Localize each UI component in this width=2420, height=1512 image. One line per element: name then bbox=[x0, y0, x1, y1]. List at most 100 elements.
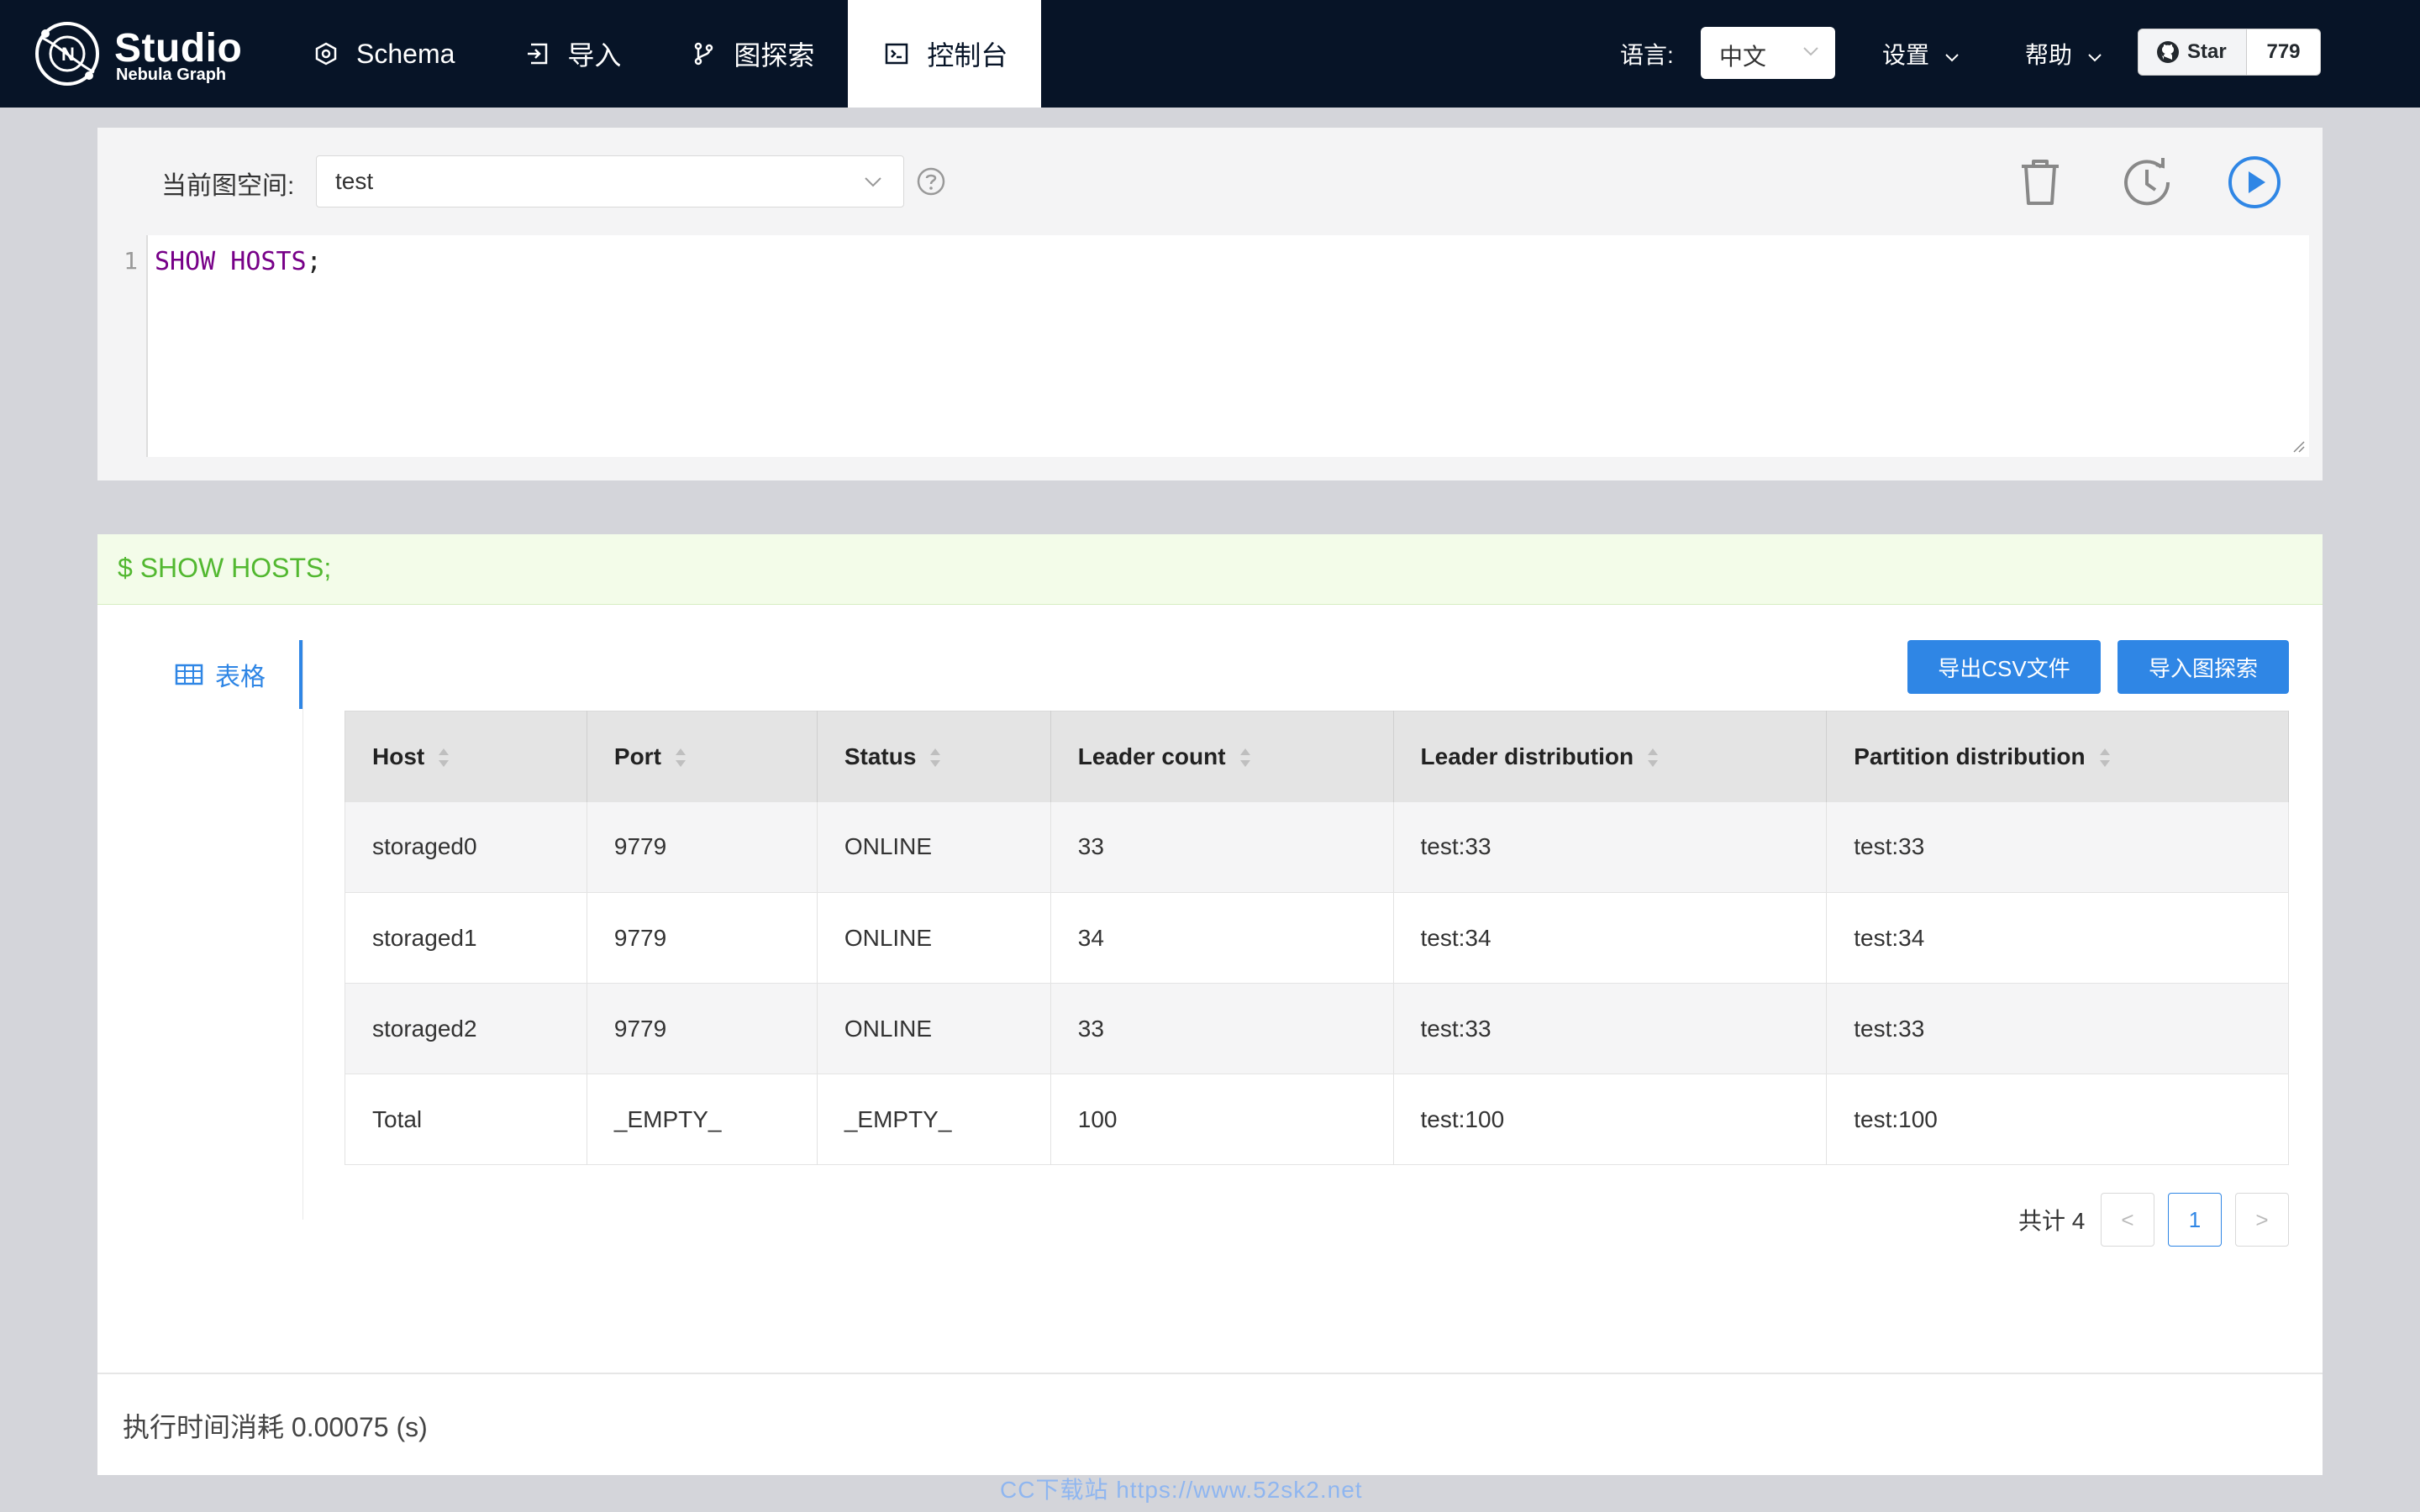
history-icon[interactable] bbox=[2119, 155, 2175, 210]
column-header[interactable]: Leader count bbox=[1050, 711, 1394, 802]
sort-icon bbox=[1648, 748, 1659, 768]
result-panel: $ SHOW HOSTS; 表格 导出CSV文件 导入图探索 Host Port… bbox=[97, 534, 2323, 1475]
table-row: storaged0 9779 ONLINE 33 test:33 test:33 bbox=[345, 801, 2289, 893]
nav-schema[interactable]: Schema bbox=[277, 0, 488, 108]
language-label: 语言: bbox=[1620, 42, 1674, 68]
space-value: test bbox=[335, 168, 374, 194]
result-query-header: $ SHOW HOSTS; bbox=[97, 534, 2323, 605]
explore-icon bbox=[688, 39, 718, 69]
pagination-total: 共计 4 bbox=[2018, 1208, 2086, 1234]
table-cell: storaged1 bbox=[345, 892, 587, 984]
tab-table-label: 表格 bbox=[215, 664, 266, 691]
settings-menu[interactable]: 设置 bbox=[1882, 37, 1960, 71]
table-cell: ONLINE bbox=[817, 801, 1051, 893]
main-nav: Schema 导入 图探索 控制台 bbox=[277, 0, 1042, 108]
language-value: 中文 bbox=[1719, 44, 1767, 70]
table-cell: ONLINE bbox=[817, 892, 1051, 984]
export-csv-button[interactable]: 导出CSV文件 bbox=[1907, 640, 2101, 694]
table-row: Total _EMPTY_ _EMPTY_ 100 test:100 test:… bbox=[345, 1074, 2289, 1165]
table-cell: test:33 bbox=[1393, 801, 1828, 893]
github-star-button[interactable]: Star bbox=[2138, 29, 2247, 76]
hosts-table: Host Port Status Leader count Leader dis… bbox=[345, 711, 2289, 1165]
code-semicolon: ; bbox=[306, 247, 322, 276]
delete-icon[interactable] bbox=[2013, 155, 2067, 208]
execution-time: 执行时间消耗 0.00075 (s) bbox=[123, 1412, 428, 1442]
sort-icon bbox=[1239, 748, 1250, 768]
table-row: storaged1 9779 ONLINE 34 test:34 test:34 bbox=[345, 892, 2289, 984]
table-cell: 33 bbox=[1050, 801, 1394, 893]
line-number: 1 bbox=[97, 235, 148, 457]
table-cell: 33 bbox=[1050, 983, 1394, 1074]
nav-explore[interactable]: 图探索 bbox=[655, 0, 848, 108]
table-cell: _EMPTY_ bbox=[587, 1074, 818, 1165]
nav-explore-label: 图探索 bbox=[734, 40, 815, 71]
table-cell: test:34 bbox=[1393, 892, 1828, 984]
chevron-down-icon bbox=[2088, 53, 2102, 62]
table-cell: 100 bbox=[1050, 1074, 1394, 1165]
table-cell: 9779 bbox=[587, 801, 818, 893]
space-select[interactable]: test bbox=[316, 155, 904, 207]
nav-schema-label: Schema bbox=[356, 38, 455, 69]
column-header[interactable]: Host bbox=[345, 711, 587, 802]
table-cell: storaged0 bbox=[345, 801, 587, 893]
nav-console[interactable]: 控制台 bbox=[848, 0, 1042, 108]
resize-handle-icon[interactable] bbox=[2291, 438, 2306, 454]
table-row: storaged2 9779 ONLINE 33 test:33 test:33 bbox=[345, 983, 2289, 1074]
chevron-down-icon bbox=[865, 177, 881, 187]
question-icon[interactable] bbox=[916, 166, 946, 197]
github-star-label: Star bbox=[2187, 40, 2227, 63]
code-keyword: SHOW HOSTS bbox=[155, 247, 307, 276]
table-cell: test:100 bbox=[1826, 1074, 2289, 1165]
help-label: 帮助 bbox=[2025, 42, 2073, 68]
column-header[interactable]: Leader distribution bbox=[1393, 711, 1828, 802]
pagination-page-1[interactable]: 1 bbox=[2168, 1193, 2222, 1247]
code-line[interactable]: SHOW HOSTS; bbox=[155, 247, 322, 276]
table-cell: storaged2 bbox=[345, 983, 587, 1074]
svg-text:N: N bbox=[61, 44, 75, 65]
sort-icon bbox=[439, 748, 450, 768]
table-cell: test:33 bbox=[1826, 801, 2289, 893]
table-cell: _EMPTY_ bbox=[817, 1074, 1051, 1165]
table-cell: ONLINE bbox=[817, 983, 1051, 1074]
nav-console-label: 控制台 bbox=[927, 40, 1008, 71]
table-cell: 9779 bbox=[587, 892, 818, 984]
table-cell: test:100 bbox=[1393, 1074, 1828, 1165]
table-cell: 9779 bbox=[587, 983, 818, 1074]
console-icon bbox=[881, 39, 912, 69]
nebula-logo-icon: N bbox=[35, 22, 99, 86]
import-icon bbox=[522, 39, 552, 69]
language-select[interactable]: 中文 bbox=[1701, 27, 1835, 79]
sort-icon bbox=[2099, 748, 2110, 768]
run-icon[interactable] bbox=[2227, 155, 2282, 210]
studio-logo[interactable]: N Studio Nebula Graph bbox=[34, 20, 244, 89]
query-editor-panel: 当前图空间: test 1 SHOW HOSTS; bbox=[97, 128, 2323, 480]
table-cell: test:34 bbox=[1826, 892, 2289, 984]
chevron-down-icon bbox=[1803, 47, 1818, 56]
logo-subtitle: Nebula Graph bbox=[116, 66, 227, 84]
tab-table[interactable]: 表格 bbox=[97, 640, 304, 709]
help-menu[interactable]: 帮助 bbox=[2025, 37, 2102, 71]
sort-icon bbox=[930, 748, 941, 768]
settings-label: 设置 bbox=[1882, 42, 1930, 68]
top-navbar: N Studio Nebula Graph Schema 导入 图探索 控制台 … bbox=[0, 0, 2420, 108]
watermark-text: CC下载站 https://www.52sk2.net bbox=[1000, 1477, 1363, 1503]
github-icon bbox=[2157, 41, 2179, 63]
table-cell: test:33 bbox=[1826, 983, 2289, 1074]
nav-import[interactable]: 导入 bbox=[488, 0, 655, 108]
table-cell: test:33 bbox=[1393, 983, 1828, 1074]
nav-import-label: 导入 bbox=[567, 40, 622, 71]
import-explore-button[interactable]: 导入图探索 bbox=[2118, 640, 2289, 694]
column-header[interactable]: Port bbox=[587, 711, 818, 802]
schema-icon bbox=[311, 39, 341, 69]
table-cell: Total bbox=[345, 1074, 587, 1165]
column-header[interactable]: Status bbox=[817, 711, 1051, 802]
chevron-down-icon bbox=[1945, 53, 1959, 62]
pagination-prev-button[interactable]: < bbox=[2101, 1193, 2154, 1247]
code-editor[interactable]: 1 SHOW HOSTS; bbox=[97, 235, 2309, 457]
table-icon bbox=[175, 664, 203, 685]
column-header[interactable]: Partition distribution bbox=[1826, 711, 2289, 802]
space-label: 当前图空间: bbox=[161, 172, 295, 200]
pagination-next-button[interactable]: > bbox=[2235, 1193, 2289, 1247]
github-star-count[interactable]: 779 bbox=[2247, 29, 2321, 76]
table-header-row: Host Port Status Leader count Leader dis… bbox=[345, 711, 2289, 802]
